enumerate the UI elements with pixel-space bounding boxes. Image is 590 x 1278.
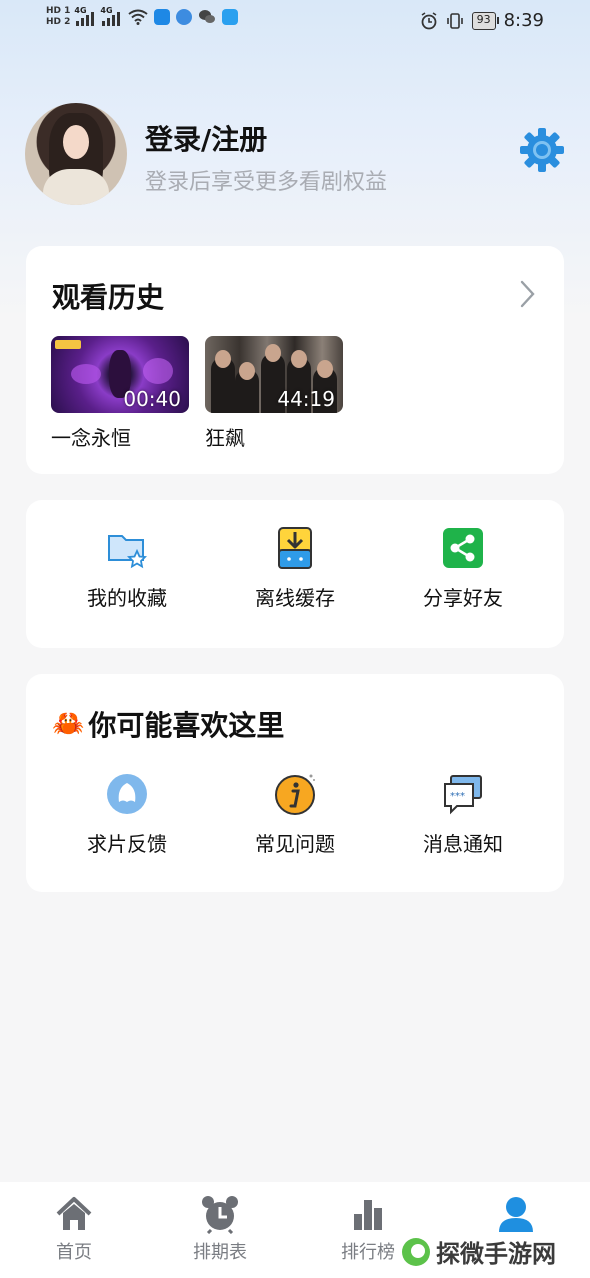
watch-history-card: 观看历史 00:40 一念永恒 44:19 狂飙 <box>26 246 564 474</box>
you-may-like-title-text: 你可能喜欢这里 <box>88 709 285 742</box>
search-app-icon <box>222 9 239 25</box>
favorites-folder-icon <box>108 535 147 569</box>
history-title-yinian[interactable]: 一念永恒 <box>51 422 131 451</box>
svg-text:***: *** <box>450 791 465 802</box>
watermark: 探微手游网 <box>402 1234 556 1269</box>
signal-icon: 4G <box>74 6 96 26</box>
status-bar: HD 1 HD 2 4G 4G 93 8:39 <box>0 0 590 44</box>
net1-label: 4G <box>74 6 87 15</box>
download-icon <box>278 527 312 569</box>
request-feedback-label: 求片反馈 <box>87 832 167 856</box>
history-thumbnail-kuangbiao[interactable]: 44:19 <box>205 336 343 413</box>
alarm-icon <box>421 11 437 29</box>
browser-notification-icon <box>176 9 193 25</box>
nav-profile[interactable] <box>466 1194 566 1238</box>
avatar[interactable] <box>25 103 127 205</box>
hd-badges: HD 1 HD 2 <box>46 6 70 28</box>
faq-label: 常见问题 <box>255 832 335 856</box>
gear-icon[interactable] <box>518 126 566 174</box>
message-notification-label: 消息通知 <box>423 832 503 856</box>
offline-cache-label: 离线缓存 <box>255 586 335 610</box>
wifi-icon <box>128 9 149 25</box>
share-icon <box>443 528 483 568</box>
login-benefit-text: 登录后享受更多看剧权益 <box>145 170 388 195</box>
nav-schedule[interactable]: 排期表 <box>170 1194 270 1264</box>
nav-home-label: 首页 <box>56 1242 92 1263</box>
home-icon <box>56 1197 92 1230</box>
battery-indicator: 93 <box>471 11 499 30</box>
wechat-icon <box>199 10 216 23</box>
watermark-logo-icon <box>402 1237 430 1266</box>
favorites-button[interactable]: 我的收藏 <box>52 526 202 611</box>
hd2-badge: HD 2 <box>46 17 71 27</box>
share-friends-button[interactable]: 分享好友 <box>388 526 538 611</box>
user-icon <box>499 1197 533 1232</box>
history-thumbnail-yinian[interactable]: 00:40 <box>51 336 189 413</box>
alarm-clock-icon <box>202 1196 238 1234</box>
login-register-link[interactable]: 登录/注册 <box>145 118 267 158</box>
history-title-kuangbiao[interactable]: 狂飙 <box>205 422 245 451</box>
chevron-right-icon[interactable] <box>516 278 538 310</box>
net2-label: 4G <box>100 6 113 15</box>
offline-cache-button[interactable]: 离线缓存 <box>220 526 370 611</box>
history-duration: 44:19 <box>277 387 335 411</box>
nav-home[interactable]: 首页 <box>24 1194 124 1264</box>
you-may-like-card: 🦀 你可能喜欢这里 求片反馈 常见问题 *** 消息通知 <box>26 674 564 892</box>
bar-chart-icon <box>354 1200 382 1230</box>
clock: 8:39 <box>503 10 544 31</box>
request-feedback-button[interactable]: 求片反馈 <box>52 772 202 857</box>
crab-emoji-icon: 🦀 <box>52 709 85 739</box>
favorites-label: 我的收藏 <box>87 586 167 610</box>
share-friends-label: 分享好友 <box>423 586 503 610</box>
quick-actions-card: 我的收藏 离线缓存 分享好友 <box>26 500 564 648</box>
nav-schedule-label: 排期表 <box>193 1242 247 1263</box>
hd1-badge: HD 1 <box>46 6 71 16</box>
app-notification-icon <box>154 9 171 25</box>
faq-button[interactable]: 常见问题 <box>220 772 370 857</box>
message-icon: *** <box>444 775 482 815</box>
vibrate-icon <box>446 12 463 29</box>
watch-history-title: 观看历史 <box>52 281 165 314</box>
signal-icon: 4G <box>100 6 122 26</box>
watermark-text: 探微手游网 <box>436 1240 556 1268</box>
history-duration: 00:40 <box>123 387 181 411</box>
info-icon <box>275 774 315 815</box>
you-may-like-title: 🦀 你可能喜欢这里 <box>52 704 284 744</box>
feedback-icon <box>107 774 147 814</box>
message-notification-button[interactable]: *** 消息通知 <box>388 772 538 857</box>
